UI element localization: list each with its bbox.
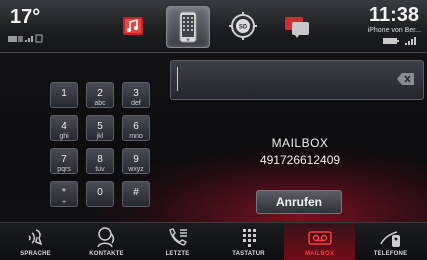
key-2[interactable]: 2 abc bbox=[86, 82, 114, 108]
mailbox-title: MAILBOX bbox=[271, 136, 329, 150]
connection-status-icon bbox=[8, 34, 43, 43]
tab-tastatur[interactable]: TASTATUR bbox=[213, 223, 284, 260]
tab-kontakte[interactable]: KONTAKTE bbox=[71, 223, 142, 260]
bottom-nav-bar: SPRACHE KONTAKTE LETZTE TASTATUR MAILBOX… bbox=[0, 222, 427, 260]
tab-label: KONTAKTE bbox=[89, 251, 124, 257]
backspace-icon[interactable] bbox=[397, 72, 415, 86]
tab-navigation[interactable]: SD bbox=[222, 6, 264, 46]
outside-temperature: 17° bbox=[10, 6, 41, 28]
top-status-bar: 17° SD 11:38 iPhone von Ber... bbox=[0, 0, 427, 53]
tab-telefone[interactable]: TELEFONE bbox=[355, 223, 426, 260]
infotainment-screen: 17° SD 11:38 iPhone von Ber... 1 2 abc 3… bbox=[0, 0, 427, 260]
contacts-icon bbox=[96, 227, 114, 248]
tab-label: LETZTE bbox=[165, 251, 190, 257]
phone-status-icons bbox=[383, 37, 421, 47]
voice-icon bbox=[28, 229, 42, 246]
key-4[interactable]: 4 ghi bbox=[50, 115, 78, 141]
tab-label: TELEFONE bbox=[373, 251, 408, 257]
tab-music[interactable] bbox=[112, 6, 154, 46]
recent-calls-icon bbox=[168, 228, 187, 246]
mailbox-number: 491726612409 bbox=[259, 153, 341, 167]
clock: 11:38 bbox=[368, 4, 419, 26]
phone-icon bbox=[179, 11, 197, 43]
text-cursor bbox=[177, 67, 178, 91]
key-7[interactable]: 7 pqrs bbox=[50, 148, 78, 174]
messages-icon bbox=[285, 17, 309, 38]
voicemail-icon bbox=[307, 231, 332, 245]
tab-label: SPRACHE bbox=[20, 251, 51, 257]
phones-icon bbox=[379, 231, 400, 247]
keypad-icon bbox=[242, 229, 256, 247]
dial-number-field[interactable] bbox=[170, 60, 424, 100]
tab-phone[interactable] bbox=[166, 6, 210, 48]
key-8[interactable]: 8 tuv bbox=[86, 148, 114, 174]
key-5[interactable]: 5 jkl bbox=[86, 115, 114, 141]
tab-label: TASTATUR bbox=[232, 251, 265, 257]
music-icon bbox=[123, 17, 143, 35]
key-6[interactable]: 6 mno bbox=[122, 115, 150, 141]
key-star[interactable]: * + bbox=[50, 181, 78, 207]
tab-messages[interactable] bbox=[276, 6, 318, 46]
key-0[interactable]: 0 bbox=[86, 181, 114, 207]
battery-signal-icon bbox=[383, 37, 416, 45]
key-9[interactable]: 9 wxyz bbox=[122, 148, 150, 174]
tab-mailbox[interactable]: MAILBOX bbox=[284, 223, 355, 260]
key-3[interactable]: 3 def bbox=[122, 82, 150, 108]
tab-sprache[interactable]: SPRACHE bbox=[0, 223, 71, 260]
svg-text:SD: SD bbox=[239, 25, 248, 31]
key-hash[interactable]: # bbox=[122, 181, 150, 207]
status-icons bbox=[8, 34, 44, 45]
key-1[interactable]: 1 bbox=[50, 82, 78, 108]
tab-letzte[interactable]: LETZTE bbox=[142, 223, 213, 260]
navigation-sd-icon: SD bbox=[229, 12, 257, 40]
connected-phone-name: iPhone von Ber... bbox=[367, 27, 421, 34]
tab-label: MAILBOX bbox=[304, 251, 335, 257]
call-button[interactable]: Anrufen bbox=[256, 190, 342, 214]
